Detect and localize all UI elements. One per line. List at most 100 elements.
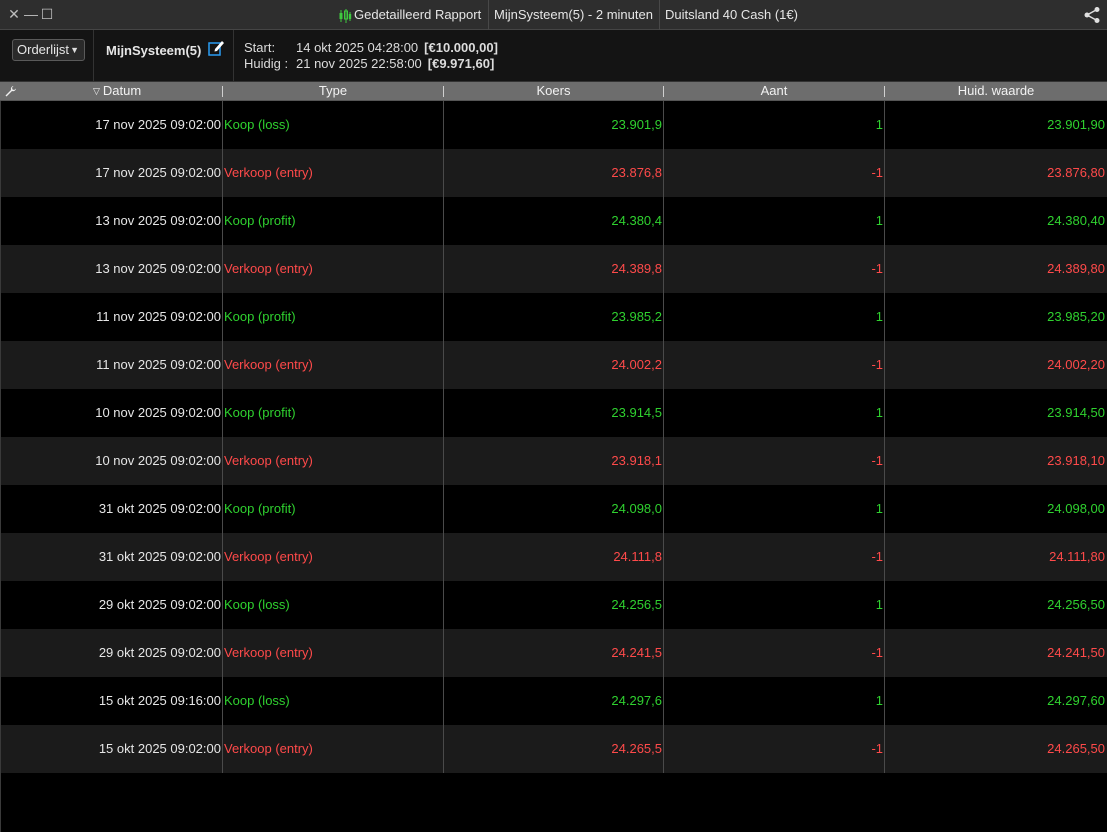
toolbar-divider	[93, 30, 94, 82]
cell-aant: -1	[871, 453, 883, 468]
cell-koers: 23.918,1	[611, 453, 662, 468]
cell-huid-waarde: 23.918,10	[1047, 453, 1105, 468]
cell-datum: 15 okt 2025 09:02:00	[98, 741, 221, 756]
table-row[interactable]: 15 okt 2025 09:02:00 Verkoop (entry) 24.26…	[0, 725, 1107, 773]
column-header-koers[interactable]: Koers	[444, 82, 663, 100]
cell-koers: 24.380,4	[611, 213, 662, 228]
column-header-datum-label: Datum	[102, 83, 142, 98]
table-row[interactable]: 13 nov 2025 09:02:00 Koop (profit) 24.380,…	[0, 197, 1107, 245]
cell-huid-waarde: 23.901,90	[1047, 117, 1105, 132]
cell-koers: 24.389,8	[611, 261, 662, 276]
current-info: Huidig : 21 nov 2025 22:58:00 [€9.971,60]	[244, 56, 494, 71]
table-row[interactable]: 29 okt 2025 09:02:00 Koop (loss) 24.256,5 1…	[0, 581, 1107, 629]
cell-type: Verkoop (entry)	[224, 549, 313, 564]
cell-koers: 24.241,5	[611, 645, 662, 660]
column-header-aant[interactable]: Aant	[664, 82, 884, 100]
minimize-icon[interactable]: —	[24, 7, 38, 21]
column-header-datum[interactable]: ▽ Datum	[93, 82, 221, 100]
cell-datum: 31 okt 2025 09:02:00	[98, 549, 221, 564]
table-row[interactable]: 17 nov 2025 09:02:00 Verkoop (entry) 23.87…	[0, 149, 1107, 197]
cell-datum: 11 nov 2025 09:02:00	[96, 357, 221, 372]
report-title-label: Gedetailleerd Rapport	[354, 7, 482, 22]
maximize-icon[interactable]: ☐	[40, 7, 54, 21]
cell-type: Verkoop (entry)	[224, 453, 313, 468]
cell-type: Koop (loss)	[224, 693, 290, 708]
column-gridline	[884, 101, 885, 773]
cell-datum: 10 nov 2025 09:02:00	[95, 405, 221, 420]
column-header-huid-waarde[interactable]: Huid. waarde	[885, 82, 1107, 100]
cell-aant: 1	[875, 213, 883, 228]
current-amount: [€9.971,60]	[427, 56, 495, 71]
wrench-icon[interactable]	[4, 85, 17, 98]
system-title: MijnSysteem(5) - 2 minuten	[494, 7, 653, 22]
list-type-dropdown[interactable]: Orderlijst ▼	[12, 39, 85, 61]
cell-aant: 1	[875, 405, 883, 420]
cell-type: Verkoop (entry)	[224, 261, 313, 276]
cell-koers: 23.901,9	[611, 117, 662, 132]
cell-datum: 17 nov 2025 09:02:00	[95, 165, 221, 180]
table-row[interactable]: 11 nov 2025 09:02:00 Verkoop (entry) 24.00…	[0, 341, 1107, 389]
share-icon[interactable]	[1083, 6, 1101, 24]
table-row[interactable]: 15 okt 2025 09:16:00 Koop (loss) 24.297,6 1…	[0, 677, 1107, 725]
instrument-title: Duitsland 40 Cash (1€)	[665, 7, 798, 22]
current-date: 21 nov 2025 22:58:00	[296, 56, 422, 71]
list-type-value: Orderlijst	[17, 42, 70, 57]
cell-aant: 1	[875, 501, 883, 516]
sort-descending-icon: ▽	[93, 86, 100, 96]
table-row[interactable]: 31 okt 2025 09:02:00 Verkoop (entry) 24.11…	[0, 533, 1107, 581]
cell-aant: 1	[875, 693, 883, 708]
start-label: Start:	[244, 40, 276, 55]
cell-koers: 23.876,8	[611, 165, 662, 180]
cell-type: Koop (profit)	[224, 405, 296, 420]
cell-koers: 23.914,5	[611, 405, 662, 420]
table-header: ▽ Datum Type Koers Aant Huid. waarde	[0, 82, 1107, 101]
table-row[interactable]: 10 nov 2025 09:02:00 Koop (profit) 23.914,…	[0, 389, 1107, 437]
column-header-type[interactable]: Type	[223, 82, 443, 100]
table-row[interactable]: 17 nov 2025 09:02:00 Koop (loss) 23.901,9 1…	[0, 101, 1107, 149]
cell-koers: 24.265,5	[611, 741, 662, 756]
column-gridline	[222, 101, 223, 773]
cell-datum: 29 okt 2025 09:02:00	[98, 645, 221, 660]
cell-huid-waarde: 24.111,80	[1049, 549, 1105, 564]
close-icon[interactable]: ✕	[7, 7, 21, 21]
cell-type: Koop (profit)	[224, 309, 296, 324]
cell-type: Verkoop (entry)	[224, 741, 313, 756]
cell-huid-waarde: 23.985,20	[1047, 309, 1105, 324]
start-date: 14 okt 2025 04:28:00	[296, 40, 419, 55]
cell-datum: 10 nov 2025 09:02:00	[95, 453, 221, 468]
table-row[interactable]: 29 okt 2025 09:02:00 Verkoop (entry) 24.24…	[0, 629, 1107, 677]
edit-icon[interactable]	[208, 39, 225, 56]
titlebar-divider	[488, 0, 489, 30]
table-row[interactable]: 31 okt 2025 09:02:00 Koop (profit) 24.098,…	[0, 485, 1107, 533]
current-label: Huidig :	[244, 56, 289, 71]
cell-aant: 1	[875, 597, 883, 612]
cell-koers: 24.111,8	[613, 549, 662, 564]
cell-koers: 24.098,0	[611, 501, 662, 516]
cell-huid-waarde: 24.389,80	[1047, 261, 1105, 276]
cell-type: Koop (loss)	[224, 597, 290, 612]
cell-aant: 1	[875, 309, 883, 324]
system-name: MijnSysteem(5)	[106, 43, 202, 58]
cell-aant: -1	[871, 261, 883, 276]
cell-aant: -1	[871, 645, 883, 660]
table-row[interactable]: 10 nov 2025 09:02:00 Verkoop (entry) 23.91…	[0, 437, 1107, 485]
table-row[interactable]: 11 nov 2025 09:02:00 Koop (profit) 23.985,…	[0, 293, 1107, 341]
cell-datum: 31 okt 2025 09:02:00	[98, 501, 221, 516]
cell-datum: 13 nov 2025 09:02:00	[95, 261, 221, 276]
cell-huid-waarde: 24.002,20	[1047, 357, 1105, 372]
cell-koers: 24.002,2	[611, 357, 662, 372]
start-amount: [€10.000,00]	[424, 40, 498, 55]
chevron-down-icon: ▼	[70, 45, 79, 55]
cell-koers: 23.985,2	[611, 309, 662, 324]
cell-aant: 1	[875, 117, 883, 132]
cell-koers: 24.297,6	[611, 693, 662, 708]
cell-type: Koop (profit)	[224, 501, 296, 516]
titlebar-divider	[659, 0, 660, 30]
cell-huid-waarde: 24.380,40	[1047, 213, 1105, 228]
cell-huid-waarde: 23.914,50	[1047, 405, 1105, 420]
cell-type: Koop (loss)	[224, 117, 290, 132]
table-row[interactable]: 13 nov 2025 09:02:00 Verkoop (entry) 24.38…	[0, 245, 1107, 293]
cell-datum: 11 nov 2025 09:02:00	[96, 309, 221, 324]
cell-datum: 13 nov 2025 09:02:00	[95, 213, 221, 228]
report-toolbar: Orderlijst ▼ MijnSysteem(5) Start: 14 okt…	[0, 30, 1107, 82]
